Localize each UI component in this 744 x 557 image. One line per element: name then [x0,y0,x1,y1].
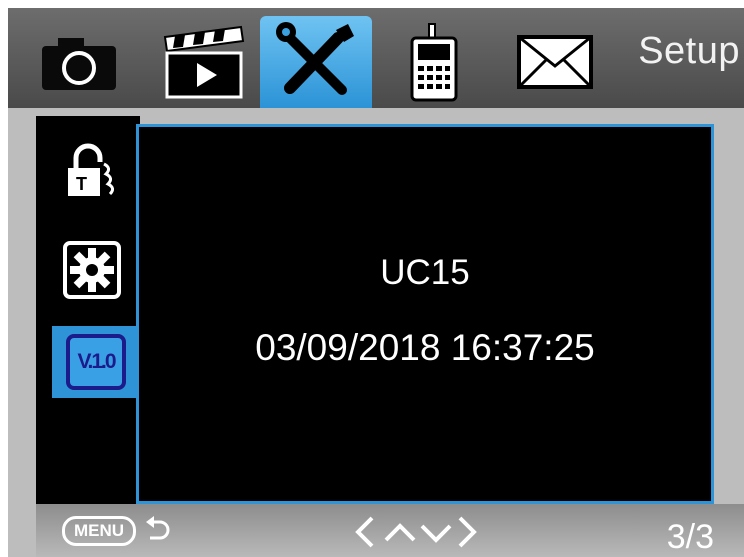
svg-text:T: T [76,174,87,194]
navigation-arrows-icon [355,516,477,548]
sidebar-item-password[interactable]: T [54,136,130,208]
tab-video[interactable] [148,16,258,108]
tab-network[interactable] [382,16,486,108]
password-lock-icon: T [68,143,115,196]
tools-icon [276,22,354,95]
reset-gear-icon [63,241,121,299]
version-label: V.1.0 [77,350,116,373]
tab-camera[interactable] [26,16,132,108]
tab-setup[interactable] [260,16,372,108]
date-time: 03/09/2018 16:37:25 [255,327,595,368]
top-tab-bar: Setup [8,8,744,108]
return-arrow-icon[interactable] [144,516,170,544]
sidebar-item-reset[interactable] [54,234,130,306]
cellular-phone-icon [410,23,458,102]
camera-screen: Setup T V.1.0 UC15 03/09/2018 16:37:25 M… [8,8,744,557]
sidebar-item-version[interactable]: V.1.0 [52,326,140,398]
camera-icon [42,38,116,90]
tab-mail[interactable] [496,16,614,108]
page-indicator: 3/3 [666,518,714,556]
model-name: UC15 [380,253,470,292]
bottom-hint-bar: MENU 3/3 [36,504,744,557]
setup-sidebar: T V.1.0 [36,116,140,504]
video-clapper-icon [163,25,245,99]
envelope-icon [517,35,593,89]
page-title: Setup [638,30,740,72]
menu-button[interactable]: MENU [62,516,136,546]
version-info-panel: UC15 03/09/2018 16:37:25 [136,124,714,504]
